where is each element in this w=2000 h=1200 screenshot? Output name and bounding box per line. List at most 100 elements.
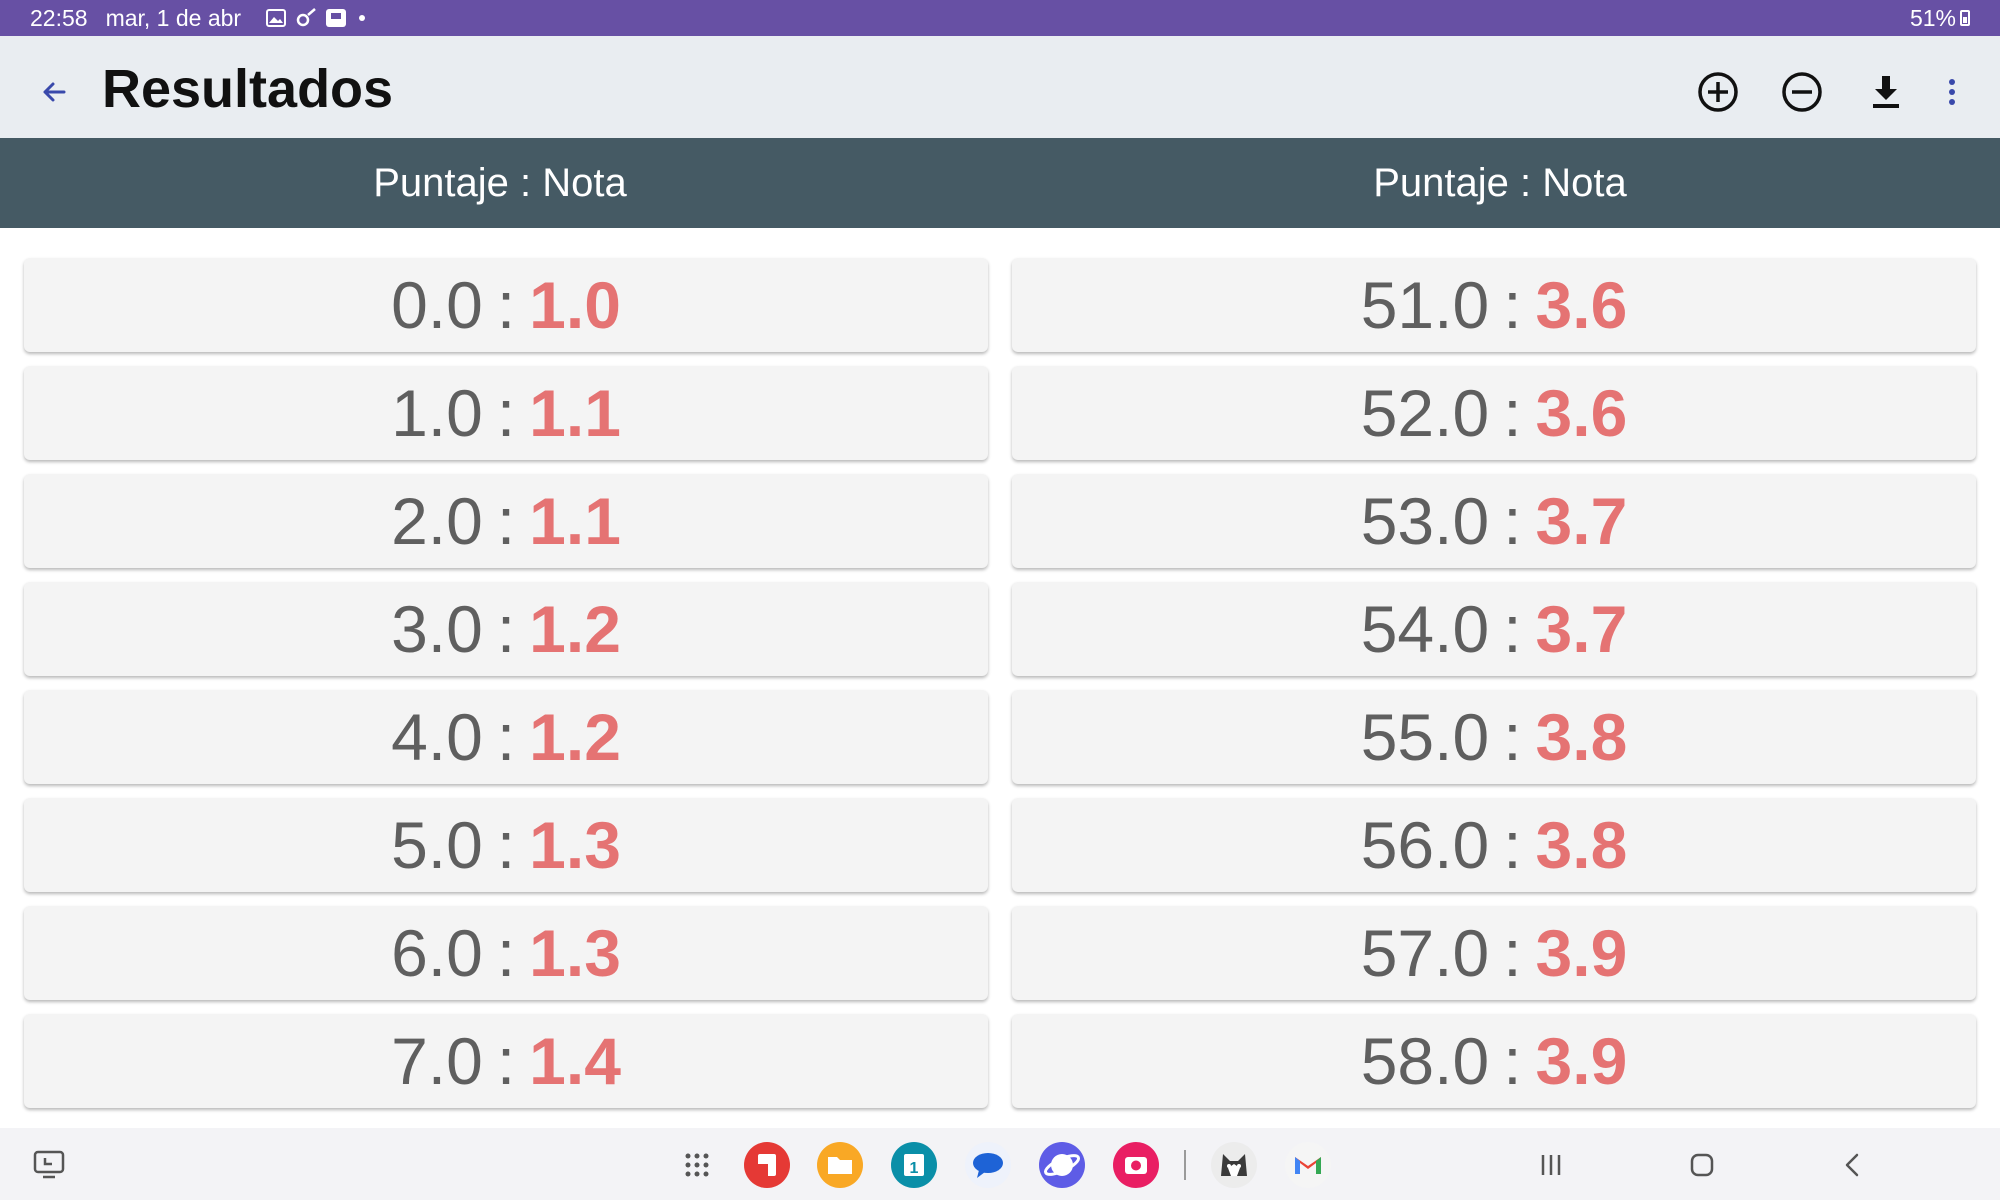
result-row: 57.0:3.9: [1012, 906, 1976, 1000]
messages-app-icon: [965, 1142, 1011, 1188]
taskbar: 1: [0, 1128, 2000, 1200]
app-drawer-button[interactable]: [674, 1142, 720, 1188]
notes-app-icon: [744, 1142, 790, 1188]
result-row: 52.0:3.6: [1012, 366, 1976, 460]
apps-grid-icon: [685, 1153, 709, 1177]
score-value: 54.0: [1360, 592, 1490, 666]
score-value: 7.0: [391, 1024, 483, 1098]
settings-sync-icon: [295, 8, 317, 28]
home-icon: [1690, 1153, 1714, 1177]
results-list[interactable]: 0.0:1.0 1.0:1.1 2.0:1.1 3.0:1.2 4.0:1.2 …: [0, 228, 2000, 1128]
grade-value: 3.8: [1535, 700, 1628, 774]
grade-value: 3.6: [1535, 376, 1628, 450]
download-icon: [1873, 76, 1899, 108]
browser-app-button[interactable]: [1039, 1142, 1085, 1188]
score-value: 6.0: [391, 916, 483, 990]
status-date: mar, 1 de abr: [105, 4, 242, 31]
separator: :: [496, 916, 516, 990]
cat-app-button[interactable]: [1211, 1142, 1257, 1188]
score-value: 57.0: [1360, 916, 1490, 990]
result-row: 54.0:3.7: [1012, 582, 1976, 676]
result-row: 5.0:1.3: [24, 798, 988, 892]
separator: :: [496, 592, 516, 666]
recents-button[interactable]: [1528, 1142, 1574, 1188]
app-bar: Resultados: [0, 36, 2000, 138]
score-value: 4.0: [391, 700, 483, 774]
grade-value: 1.0: [529, 268, 621, 342]
browser-app-icon: [1039, 1142, 1085, 1188]
grade-value: 3.9: [1535, 1024, 1628, 1098]
separator: :: [1503, 916, 1522, 990]
separator: :: [496, 376, 516, 450]
battery-icon: [1960, 10, 1970, 26]
desktop-mode-button[interactable]: [26, 1142, 72, 1188]
grade-value: 1.3: [529, 808, 621, 882]
files-app-icon: [817, 1142, 863, 1188]
separator: :: [1503, 484, 1522, 558]
separator: :: [1503, 268, 1522, 342]
status-time: 22:58: [30, 4, 88, 31]
result-row: 56.0:3.8: [1012, 798, 1976, 892]
results-column-right: 51.0:3.6 52.0:3.6 53.0:3.7 54.0:3.7 55.0…: [1012, 258, 1976, 1122]
grade-value: 1.4: [529, 1024, 621, 1098]
result-row: 3.0:1.2: [24, 582, 988, 676]
result-row: 58.0:3.9: [1012, 1014, 1976, 1108]
download-button[interactable]: [1862, 68, 1910, 116]
grade-value: 1.1: [529, 376, 621, 450]
grade-value: 1.2: [529, 700, 621, 774]
messages-app-button[interactable]: [965, 1142, 1011, 1188]
plus-circle-icon: [1698, 72, 1738, 112]
battery-level: 51%: [1909, 4, 1956, 31]
camera-app-icon: [1113, 1142, 1159, 1188]
grade-value: 3.9: [1535, 916, 1628, 990]
score-value: 51.0: [1360, 268, 1490, 342]
score-value: 55.0: [1360, 700, 1490, 774]
separator: :: [496, 268, 516, 342]
back-nav-button[interactable]: [1830, 1142, 1876, 1188]
more-options-button[interactable]: [1932, 68, 1972, 116]
separator: :: [496, 484, 516, 558]
results-column-left: 0.0:1.0 1.0:1.1 2.0:1.1 3.0:1.2 4.0:1.2 …: [24, 258, 988, 1122]
separator: :: [496, 700, 516, 774]
notes-app-button[interactable]: [744, 1142, 790, 1188]
grade-value: 1.2: [529, 592, 621, 666]
score-value: 0.0: [391, 268, 483, 342]
grade-value: 1.3: [529, 916, 621, 990]
calendar-app-button[interactable]: 1: [891, 1142, 937, 1188]
result-row: 6.0:1.3: [24, 906, 988, 1000]
separator: :: [1503, 1024, 1522, 1098]
score-value: 2.0: [391, 484, 483, 558]
cat-app-icon: [1211, 1142, 1257, 1188]
separator: :: [1503, 700, 1522, 774]
score-value: 5.0: [391, 808, 483, 882]
result-row: 55.0:3.8: [1012, 690, 1976, 784]
camera-app-button[interactable]: [1113, 1142, 1159, 1188]
home-button[interactable]: [1679, 1142, 1725, 1188]
table-header: Puntaje : Nota Puntaje : Nota: [0, 138, 2000, 228]
score-value: 56.0: [1360, 808, 1490, 882]
zoom-in-button[interactable]: [1694, 68, 1742, 116]
score-value: 58.0: [1360, 1024, 1490, 1098]
files-app-button[interactable]: [817, 1142, 863, 1188]
result-row: 7.0:1.4: [24, 1014, 988, 1108]
score-value: 3.0: [391, 592, 483, 666]
separator: :: [1503, 592, 1522, 666]
status-bar: 22:58 mar, 1 de abr 51%: [0, 0, 2000, 36]
gmail-app-button[interactable]: [1285, 1142, 1331, 1188]
result-row: 0.0:1.0: [24, 258, 988, 352]
score-value: 53.0: [1360, 484, 1490, 558]
result-row: 53.0:3.7: [1012, 474, 1976, 568]
separator: :: [496, 808, 516, 882]
column-header-right: Puntaje : Nota: [1373, 160, 1627, 205]
zoom-out-button[interactable]: [1778, 68, 1826, 116]
app-notification-icon: [325, 8, 347, 28]
back-button[interactable]: [34, 72, 74, 112]
result-row: 2.0:1.1: [24, 474, 988, 568]
grade-value: 3.7: [1535, 484, 1628, 558]
page-title: Resultados: [102, 59, 394, 119]
arrow-back-icon: [43, 82, 66, 102]
grade-value: 3.7: [1535, 592, 1628, 666]
grade-value: 3.6: [1535, 268, 1628, 342]
score-value: 52.0: [1360, 376, 1490, 450]
grade-value: 3.8: [1535, 808, 1628, 882]
